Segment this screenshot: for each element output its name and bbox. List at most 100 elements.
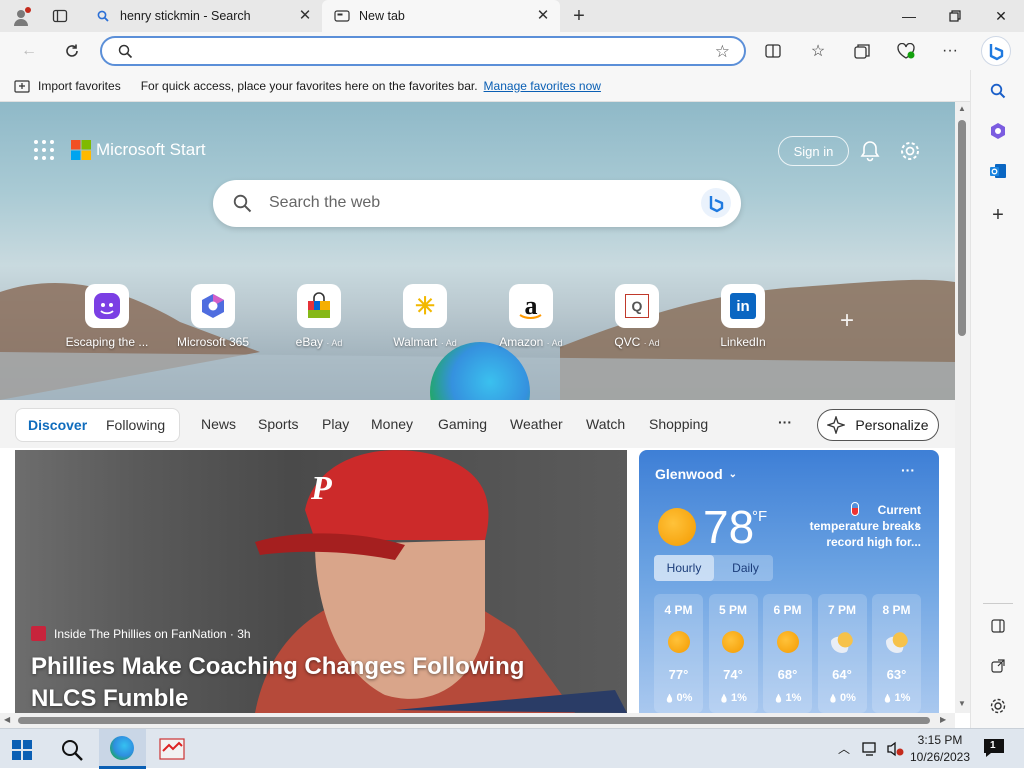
microsoft-logo-icon <box>71 140 91 160</box>
microsoft365-icon[interactable] <box>986 119 1010 143</box>
clock-time[interactable]: 3:15 PM <box>910 733 970 747</box>
tray-chevron-up-icon[interactable]: ︿ <box>838 740 850 757</box>
nav-play[interactable]: Play <box>322 416 349 432</box>
scroll-right-icon[interactable]: ▶ <box>940 715 946 724</box>
weather-location[interactable]: Glenwood ⌄ <box>655 466 737 482</box>
news-card[interactable]: P Inside The Phillies on FanNation · 3h … <box>15 450 627 713</box>
browser-essentials-icon[interactable] <box>891 36 921 66</box>
nav-watch[interactable]: Watch <box>586 416 625 432</box>
scroll-left-icon[interactable]: ◀ <box>4 715 10 724</box>
back-button[interactable]: ← <box>14 36 44 66</box>
raindrop-icon: 💧 <box>773 694 784 703</box>
vertical-scrollbar[interactable]: ▲ ▼ <box>955 102 970 713</box>
bell-icon[interactable] <box>860 140 880 162</box>
tab-daily[interactable]: Daily <box>718 555 773 581</box>
tab-search[interactable]: henry stickmin - Search ✕ <box>85 0 322 32</box>
brand[interactable]: Microsoft Start <box>71 140 206 160</box>
manage-favorites-link[interactable]: Manage favorites now <box>484 79 601 93</box>
hour-cell[interactable]: 5 PM 74° 💧 1% <box>708 594 758 713</box>
taskbar-app-icon[interactable] <box>159 737 185 761</box>
bing-chat-icon[interactable] <box>701 188 731 218</box>
restore-button[interactable] <box>932 0 978 32</box>
open-external-icon[interactable] <box>986 654 1010 678</box>
search-input[interactable]: Search the web <box>269 194 380 212</box>
sign-in-button[interactable]: Sign in <box>778 136 849 166</box>
nav-gaming[interactable]: Gaming <box>438 416 487 432</box>
walmart-glyph: ✳ <box>414 292 436 320</box>
tab-hourly[interactable]: Hourly <box>654 555 714 581</box>
close-tab-icon[interactable]: ✕ <box>296 7 314 25</box>
horizontal-scrollbar[interactable]: ◀ ▶ <box>0 713 955 728</box>
news-headline[interactable]: Phillies Make Coaching Changes Following… <box>31 651 591 713</box>
hour-precip: 💧 1% <box>872 692 921 704</box>
scroll-up-icon[interactable]: ▲ <box>958 104 966 113</box>
nav-news[interactable]: News <box>201 416 236 432</box>
feed-nav: Discover Following News Sports Play Mone… <box>0 400 955 448</box>
hour-cell[interactable]: 7 PM 64° 💧 0% <box>817 594 867 713</box>
scroll-down-icon[interactable]: ▼ <box>958 699 966 708</box>
outlook-icon[interactable] <box>986 159 1010 183</box>
hour-cell[interactable]: 8 PM 63° 💧 1% <box>872 594 921 713</box>
notification-center-icon[interactable]: 1 <box>983 738 1007 760</box>
weather-card[interactable]: Glenwood ⌄ ··· 78 °F Current temperature… <box>639 450 939 713</box>
apps-grid-icon[interactable] <box>33 139 55 161</box>
network-icon[interactable] <box>862 741 880 757</box>
tab-discover[interactable]: Discover <box>28 417 87 433</box>
personalize-button[interactable]: Personalize <box>817 409 939 441</box>
tab-new[interactable]: New tab ✕ <box>322 0 560 32</box>
quicklink-qvc[interactable]: Q QVC · Ad <box>587 284 687 349</box>
taskbar-search-icon[interactable] <box>60 738 84 762</box>
split-screen-icon[interactable] <box>758 36 788 66</box>
quicklink-linkedin[interactable]: in LinkedIn <box>693 284 793 349</box>
add-sidebar-app-icon[interactable]: + <box>986 203 1010 227</box>
nav-sports[interactable]: Sports <box>258 416 298 432</box>
linkedin-logo-icon: in <box>721 284 765 328</box>
settings-more-icon[interactable]: ··· <box>935 36 965 66</box>
edge-icon <box>110 736 134 760</box>
quicklink-microsoft365[interactable]: Microsoft 365 <box>163 284 263 349</box>
windows-start-icon[interactable] <box>12 740 32 760</box>
quicklink-walmart[interactable]: ✳ Walmart · Ad <box>375 284 475 349</box>
close-tab-icon[interactable]: ✕ <box>534 7 552 25</box>
quicklink-amazon[interactable]: a Amazon · Ad <box>481 284 581 349</box>
gear-icon[interactable] <box>899 140 921 162</box>
search-icon <box>118 44 133 64</box>
refresh-button[interactable] <box>57 36 87 66</box>
minimize-button[interactable]: — <box>886 0 932 32</box>
add-quicklink-icon[interactable]: + <box>836 309 858 333</box>
hour-temp: 77° <box>668 667 689 682</box>
quicklink-escaping[interactable]: Escaping the ... <box>57 284 157 349</box>
clock-date[interactable]: 10/26/2023 <box>906 750 974 764</box>
profile-avatar-icon[interactable] <box>12 7 32 27</box>
copilot-icon[interactable] <box>981 36 1011 66</box>
close-window-button[interactable]: ✕ <box>978 0 1024 32</box>
moon-cloud-icon <box>831 631 853 653</box>
taskbar-edge-button[interactable] <box>99 729 146 769</box>
tab-following[interactable]: Following <box>106 417 165 433</box>
hour-cell[interactable]: 4 PM 77° 💧 0% <box>654 594 703 713</box>
hide-sidebar-icon[interactable] <box>986 614 1010 638</box>
quicklink-ebay[interactable]: eBay · Ad <box>269 284 369 349</box>
microsoft365-icon <box>191 284 235 328</box>
search-icon[interactable] <box>986 79 1010 103</box>
nav-shopping[interactable]: Shopping <box>649 416 708 432</box>
collections-icon[interactable] <box>847 36 877 66</box>
volume-muted-icon[interactable] <box>886 741 904 757</box>
more-options-icon[interactable]: ··· <box>901 462 915 478</box>
nav-weather[interactable]: Weather <box>510 416 563 432</box>
weather-alert[interactable]: Current temperature breaks record high f… <box>799 502 921 550</box>
scroll-thumb[interactable] <box>18 717 930 724</box>
hour-cell[interactable]: 6 PM 68° 💧 1% <box>763 594 812 713</box>
tab-actions-icon[interactable] <box>52 8 68 24</box>
nav-more-icon[interactable]: ··· <box>778 414 792 430</box>
address-bar[interactable]: ☆ <box>100 36 746 66</box>
star-favorite-icon[interactable]: ☆ <box>715 42 730 62</box>
sidebar-settings-icon[interactable] <box>986 694 1010 718</box>
new-tab-button[interactable]: + <box>568 5 590 27</box>
nav-money[interactable]: Money <box>371 416 413 432</box>
quicklink-label: Walmart <box>393 335 438 349</box>
web-search-box[interactable]: Search the web <box>213 180 741 227</box>
favorites-icon[interactable]: ☆ <box>803 36 833 66</box>
scroll-thumb[interactable] <box>958 120 966 336</box>
import-favorites-button[interactable]: Import favorites <box>38 79 121 93</box>
